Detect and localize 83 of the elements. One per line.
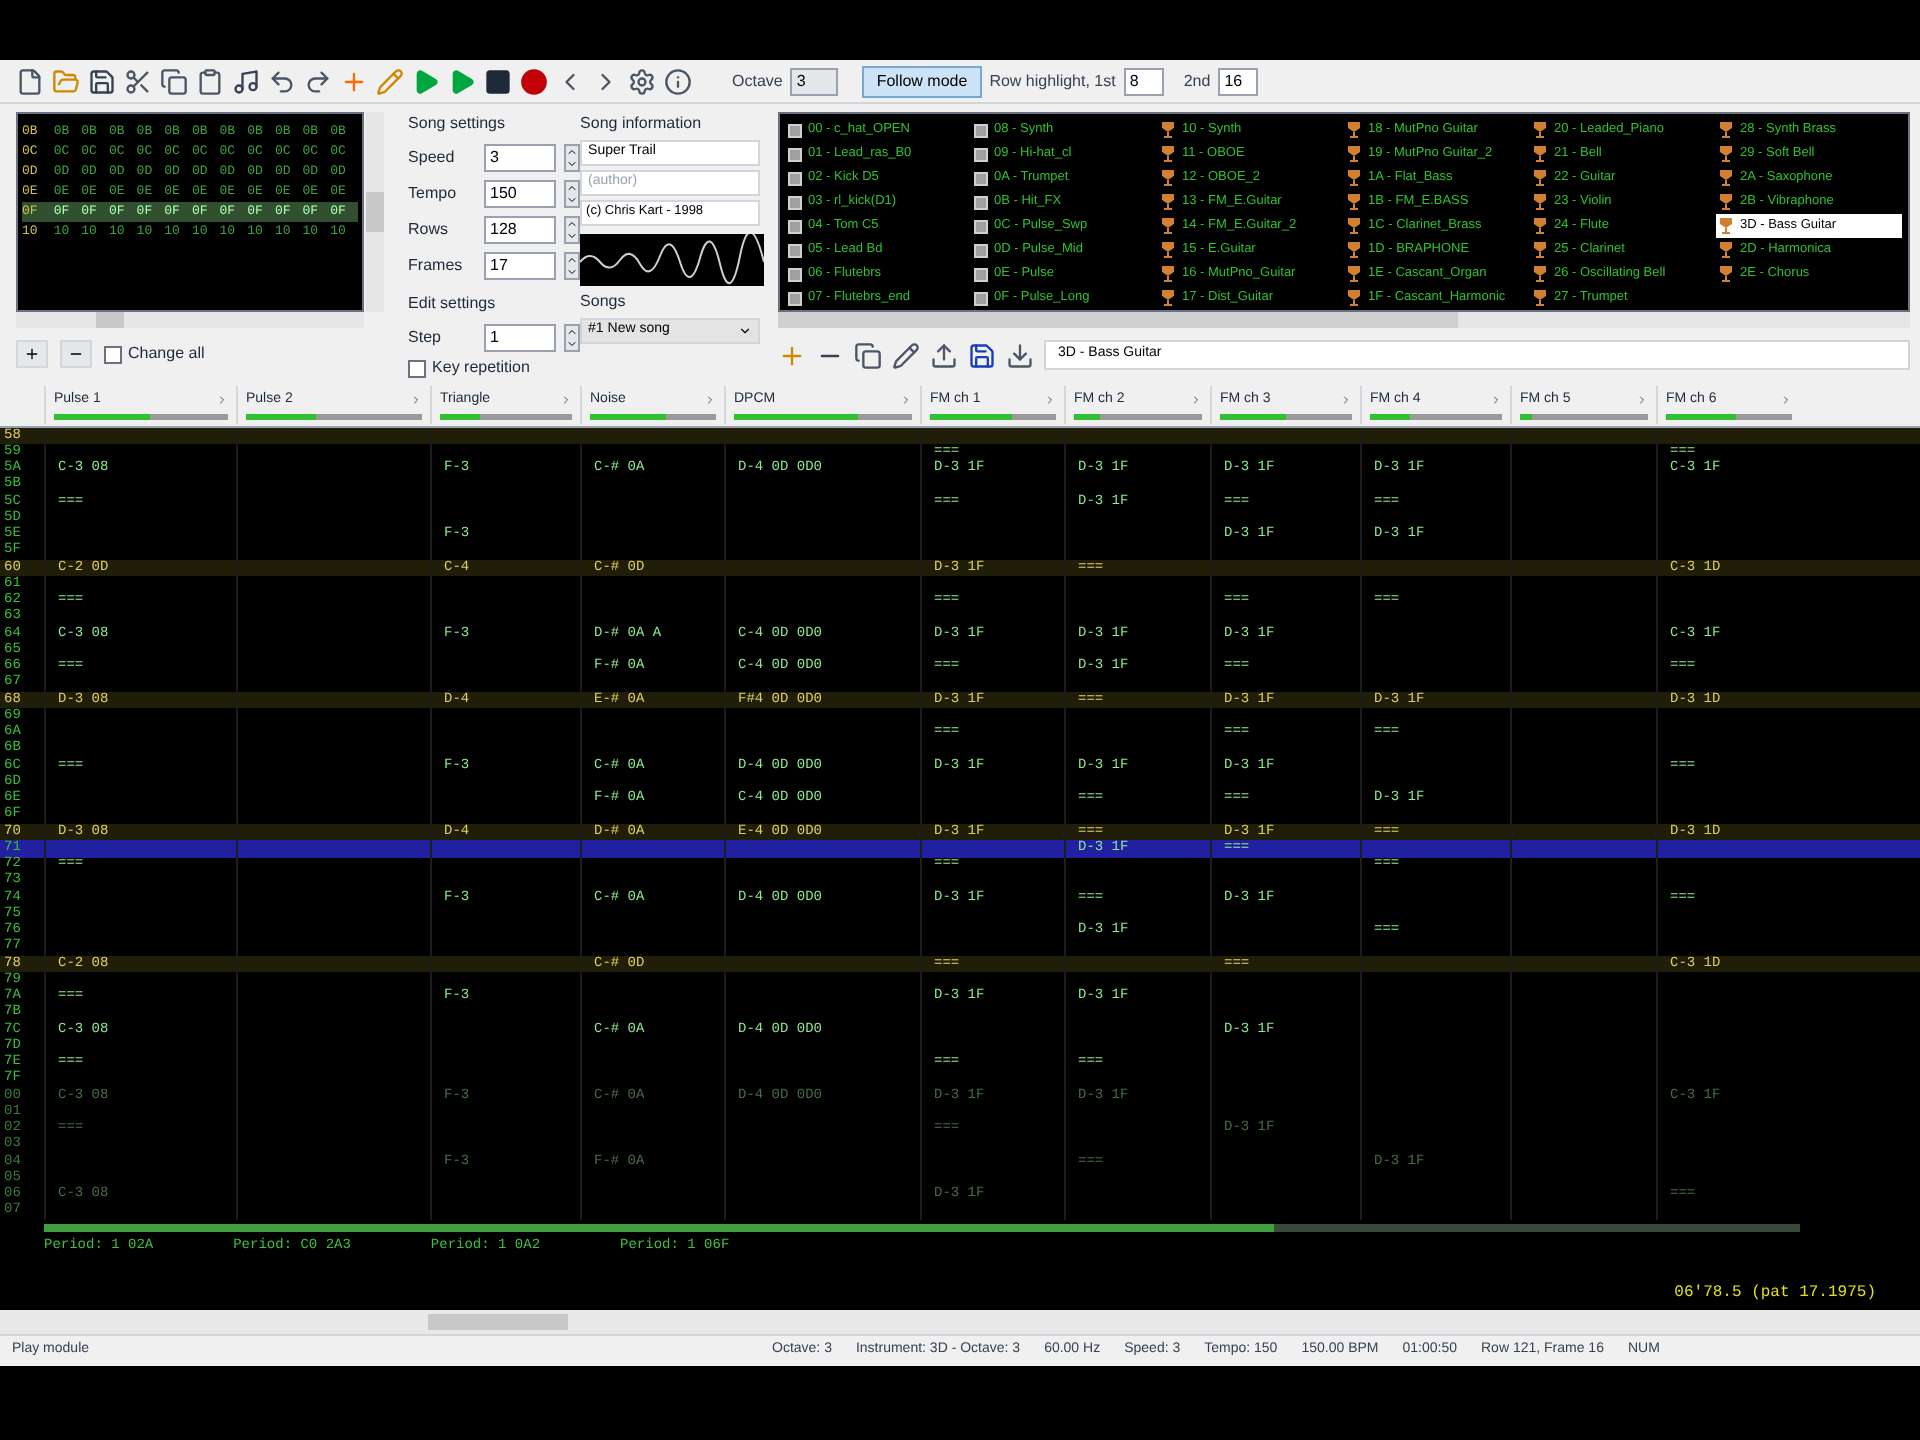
trophy-icon — [1532, 170, 1548, 186]
trophy-icon — [1160, 266, 1176, 282]
trophy-icon — [1346, 218, 1362, 234]
trophy-icon — [1532, 266, 1548, 282]
trophy-icon — [1718, 146, 1734, 162]
download-icon[interactable] — [1006, 341, 1034, 369]
vertical-scrollbar[interactable] — [366, 112, 384, 312]
trophy-icon — [1532, 242, 1548, 258]
horizontal-scrollbar[interactable] — [0, 1310, 1920, 1334]
upload-icon[interactable] — [930, 341, 958, 369]
add-frame-button[interactable] — [16, 340, 48, 368]
field-label: Speed — [408, 146, 457, 170]
number-field[interactable]: 3 — [484, 144, 557, 172]
horizontal-scrollbar[interactable] — [16, 312, 364, 328]
info-icon[interactable] — [664, 67, 692, 95]
trophy-icon — [1718, 242, 1734, 258]
note-icon[interactable] — [232, 67, 260, 95]
spin-buttons[interactable] — [564, 216, 581, 244]
copy-icon[interactable] — [854, 341, 882, 369]
highlight-field[interactable]: 8 — [1123, 67, 1164, 95]
trophy-icon — [1346, 266, 1362, 282]
trophy-icon — [1160, 194, 1176, 210]
new-file-icon[interactable] — [16, 67, 44, 95]
cut-icon[interactable] — [124, 67, 152, 95]
group-title: Edit settings — [408, 292, 498, 316]
record-icon[interactable] — [520, 67, 548, 95]
undo-icon[interactable] — [268, 67, 296, 95]
save-icon[interactable] — [968, 341, 996, 369]
horizontal-scrollbar[interactable] — [778, 312, 1910, 328]
trophy-icon — [1160, 146, 1176, 162]
trophy-icon — [1718, 218, 1734, 234]
remove-frame-button[interactable] — [60, 340, 92, 368]
trophy-icon — [1718, 122, 1734, 138]
trophy-icon — [1718, 194, 1734, 210]
field-label: Frames — [408, 254, 465, 278]
trophy-icon — [1532, 122, 1548, 138]
group-title: Song information — [580, 112, 704, 136]
trophy-icon — [1160, 218, 1176, 234]
field-label: Rows — [408, 218, 451, 242]
trophy-icon — [1532, 146, 1548, 162]
trophy-icon — [1346, 146, 1362, 162]
trophy-icon — [1532, 218, 1548, 234]
second-highlight-label: 2nd — [1183, 69, 1211, 93]
paste-icon[interactable] — [196, 67, 224, 95]
trophy-icon — [1346, 122, 1362, 138]
trophy-icon — [1346, 194, 1362, 210]
octave-label: Octave — [732, 69, 783, 93]
trophy-icon — [1346, 170, 1362, 186]
trophy-icon — [1718, 266, 1734, 282]
trophy-icon — [1532, 194, 1548, 210]
spin-buttons[interactable] — [564, 252, 581, 280]
octave-field[interactable]: 3 — [790, 67, 839, 95]
trophy-icon — [1346, 290, 1362, 306]
add-icon[interactable] — [778, 341, 806, 369]
field-label: Step — [408, 326, 443, 350]
plus-icon — [24, 346, 40, 362]
trophy-icon — [1346, 242, 1362, 258]
play-icon[interactable] — [412, 67, 440, 95]
number-field[interactable]: 17 — [484, 252, 557, 280]
pencil-icon[interactable] — [892, 341, 920, 369]
key-repetition-checkbox[interactable]: Key repetition — [408, 356, 581, 380]
highlight-label: Row highlight, 1st — [989, 69, 1116, 93]
trophy-icon — [1532, 290, 1548, 306]
trophy-icon — [1718, 170, 1734, 186]
settings-icon[interactable] — [628, 67, 656, 95]
redo-icon[interactable] — [304, 67, 332, 95]
trophy-icon — [1160, 290, 1176, 306]
second-highlight-field[interactable]: 16 — [1218, 67, 1259, 95]
change-all-checkbox[interactable]: Change all — [104, 342, 205, 366]
trophy-icon — [1160, 122, 1176, 138]
songs-label: Songs — [580, 290, 628, 314]
field-label: Tempo — [408, 182, 459, 206]
follow-mode-button[interactable]: Follow mode — [862, 65, 982, 97]
save-icon[interactable] — [88, 67, 116, 95]
number-field[interactable]: 150 — [484, 180, 557, 208]
trophy-icon — [1160, 242, 1176, 258]
group-title: Song settings — [408, 112, 508, 136]
copy-icon[interactable] — [160, 67, 188, 95]
trophy-icon — [1160, 170, 1176, 186]
position-readout: 06'78.5 (pat 17.1975) — [1674, 1282, 1876, 1306]
number-field[interactable]: 1 — [484, 324, 557, 352]
number-field[interactable]: 128 — [484, 216, 557, 244]
stop-icon[interactable] — [484, 67, 512, 95]
